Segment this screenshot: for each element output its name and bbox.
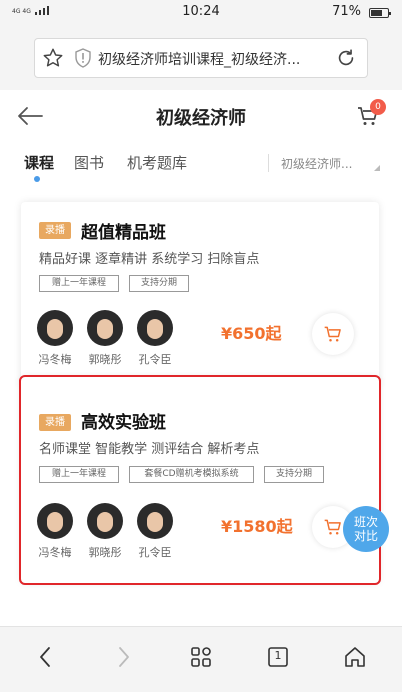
avatar xyxy=(87,310,123,346)
tab-books[interactable]: 图书 xyxy=(74,152,104,173)
course-tag: 赠上一年课程 xyxy=(39,275,119,292)
apps-icon[interactable] xyxy=(189,645,213,669)
teacher: 郭晓彤 xyxy=(85,310,125,367)
active-tab-indicator xyxy=(34,176,40,182)
course-card[interactable]: 录播 高效实验班 名师课堂 智能教学 测评结合 解析考点 赠上一年课程 套餐CD… xyxy=(19,375,381,585)
course-tag: 套餐CD赠机考模拟系统 xyxy=(129,466,254,483)
address-bar[interactable]: 初级经济师培训课程_初级经济... xyxy=(34,38,368,78)
teacher: 孔令臣 xyxy=(135,310,175,367)
teacher-name: 郭晓彤 xyxy=(88,353,122,366)
avatar xyxy=(137,503,173,539)
tabs-count: 1 xyxy=(274,649,282,662)
avatar xyxy=(87,503,123,539)
star-icon[interactable] xyxy=(42,47,64,69)
teacher-name: 孔令臣 xyxy=(138,546,172,559)
teacher: 冯冬梅 xyxy=(35,310,75,367)
compare-line2: 对比 xyxy=(353,529,378,543)
class-compare-button[interactable]: 班次 对比 xyxy=(343,506,389,552)
page-content: 初级经济师 0 课程 图书 机考题库 初级经济师... 录播 超值精品班 精品好… xyxy=(0,90,402,626)
reload-icon[interactable] xyxy=(335,47,357,69)
browser-bottom-nav: 1 xyxy=(0,626,402,692)
course-name: 高效实验班 xyxy=(81,413,166,433)
back-icon[interactable] xyxy=(34,645,58,669)
recorded-badge: 录播 xyxy=(39,222,71,239)
forward-icon[interactable] xyxy=(111,645,135,669)
recorded-badge: 录播 xyxy=(39,414,71,431)
status-bar: 4G 4G 10:24 71% xyxy=(0,0,402,26)
teacher-name: 郭晓彤 xyxy=(88,546,122,559)
dropdown-triangle-icon[interactable] xyxy=(374,165,380,171)
teacher-name: 冯冬梅 xyxy=(38,353,72,366)
cart-count-badge: 0 xyxy=(370,99,386,115)
battery-icon xyxy=(369,8,391,18)
teacher-name: 孔令臣 xyxy=(138,353,172,366)
shield-warning-icon[interactable] xyxy=(74,48,92,68)
tab-bar: 课程 图书 机考题库 初级经济师... xyxy=(0,142,402,186)
teacher: 冯冬梅 xyxy=(35,503,75,560)
home-icon[interactable] xyxy=(343,645,367,669)
url-text[interactable]: 初级经济师培训课程_初级经济... xyxy=(98,49,328,69)
tab-divider xyxy=(268,154,269,172)
teacher: 郭晓彤 xyxy=(85,503,125,560)
course-price: ¥1580起 xyxy=(221,517,293,536)
battery-percent: 71% xyxy=(332,4,361,19)
course-price: ¥650起 xyxy=(221,324,282,343)
add-to-cart-button[interactable] xyxy=(312,313,354,355)
avatar xyxy=(137,310,173,346)
avatar xyxy=(37,503,73,539)
teacher-name: 冯冬梅 xyxy=(38,546,72,559)
page-title: 初级经济师 xyxy=(156,108,246,129)
browser-toolbar: 初级经济师培训课程_初级经济... xyxy=(0,26,402,90)
course-desc: 名师课堂 智能教学 测评结合 解析考点 xyxy=(39,442,260,457)
app-root: 4G 4G 10:24 71% 初级经济师培训课程_初级经济... 初级经济师 … xyxy=(0,0,402,692)
teacher: 孔令臣 xyxy=(135,503,175,560)
compare-line1: 班次 xyxy=(353,515,378,529)
course-desc: 精品好课 逐章精讲 系统学习 扫除盲点 xyxy=(39,252,260,267)
course-name: 超值精品班 xyxy=(81,223,166,243)
tabs-icon[interactable]: 1 xyxy=(266,645,290,669)
cart-icon xyxy=(324,519,341,535)
course-tag: 支持分期 xyxy=(264,466,324,483)
avatar xyxy=(37,310,73,346)
tab-exam-bank[interactable]: 机考题库 xyxy=(127,152,187,173)
course-tag: 赠上一年课程 xyxy=(39,466,119,483)
category-selector[interactable]: 初级经济师... xyxy=(281,155,352,172)
page-header: 初级经济师 0 xyxy=(0,90,402,142)
cart-icon xyxy=(324,326,341,342)
course-tag: 支持分期 xyxy=(129,275,189,292)
course-card[interactable]: 录播 超值精品班 精品好课 逐章精讲 系统学习 扫除盲点 赠上一年课程 支持分期… xyxy=(21,202,379,388)
tab-courses[interactable]: 课程 xyxy=(24,152,54,173)
